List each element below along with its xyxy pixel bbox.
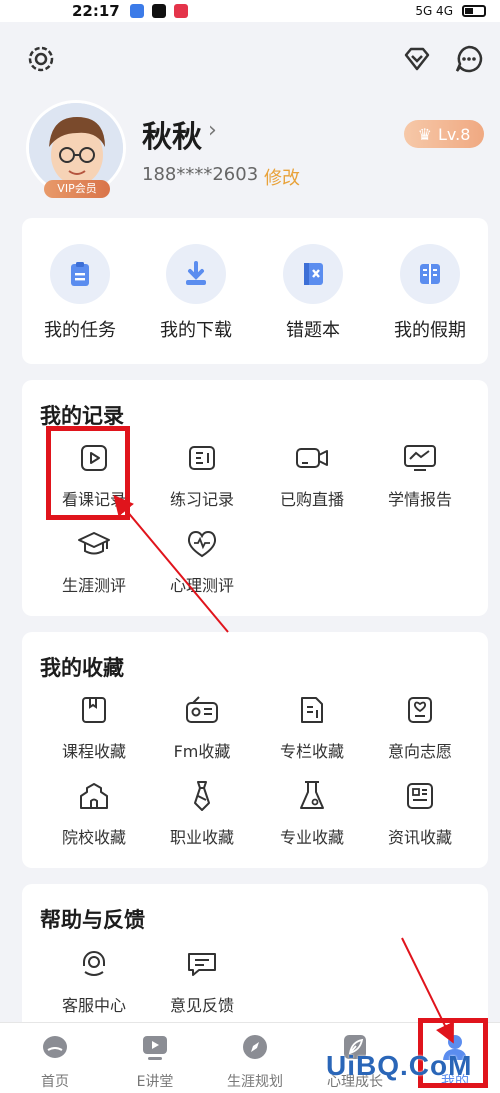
- headset-icon: [74, 946, 114, 982]
- practice-icon: [182, 440, 222, 476]
- favorites-card: 我的收藏 课程收藏 Fm收藏 专栏收藏 意向志愿 院校收藏 职业收藏 专业收藏 …: [22, 632, 488, 868]
- record-item-course-history[interactable]: 看课记录: [36, 440, 152, 510]
- record-label-career-assessment: 生涯测评: [61, 576, 126, 595]
- clipboard-icon: [50, 244, 110, 304]
- status-app-icons: [129, 4, 188, 18]
- help-card: 帮助与反馈 客服中心 意见反馈: [22, 884, 488, 1034]
- heart-pulse-icon: [182, 526, 222, 562]
- tab-home[interactable]: 首页: [5, 1033, 105, 1091]
- settings-gear-icon[interactable]: [24, 42, 58, 76]
- holiday-book-icon: [400, 244, 460, 304]
- play-icon: [74, 440, 114, 476]
- tab-label-career-plan: 生涯规划: [227, 1074, 283, 1090]
- record-item-practice[interactable]: 练习记录: [144, 440, 260, 510]
- vip-badge: VIP会员: [44, 180, 110, 198]
- crown-icon: ♛: [417, 124, 432, 144]
- record-label-practice: 练习记录: [169, 490, 234, 509]
- diamond-icon[interactable]: [400, 42, 434, 76]
- compass-tab-icon: [243, 1035, 267, 1059]
- tab-label-e-lecture: E讲堂: [136, 1074, 174, 1090]
- favorite-item-fm[interactable]: Fm收藏: [144, 692, 260, 762]
- feedback-icon: [182, 946, 222, 982]
- favorite-label-course: 课程收藏: [61, 742, 126, 761]
- records-card: 我的记录 看课记录 练习记录 已购直播 学情报告 生涯测评 心理测评: [22, 380, 488, 616]
- message-icon[interactable]: [452, 42, 486, 76]
- quick-item-tasks[interactable]: 我的任务: [22, 244, 138, 342]
- favorite-item-career[interactable]: 职业收藏: [144, 778, 260, 848]
- favorite-item-course[interactable]: 课程收藏: [36, 692, 152, 762]
- status-time: 22:17: [72, 2, 120, 20]
- favorites-title: 我的收藏: [40, 656, 124, 680]
- record-item-psych-assessment[interactable]: 心理测评: [144, 526, 260, 596]
- heart-card-icon: [400, 692, 440, 728]
- favorite-label-career: 职业收藏: [169, 828, 234, 847]
- favorite-item-intention[interactable]: 意向志愿: [362, 692, 478, 762]
- record-label-learning-report: 学情报告: [387, 490, 452, 509]
- news-icon: [400, 778, 440, 814]
- tab-career-plan[interactable]: 生涯规划: [205, 1033, 305, 1091]
- signal-text: 5G 4G: [415, 4, 453, 18]
- record-label-purchased-live: 已购直播: [279, 490, 344, 509]
- quick-label-wrongbook: 错题本: [286, 320, 340, 341]
- help-label-feedback: 意见反馈: [169, 996, 234, 1015]
- favorite-label-major: 专业收藏: [279, 828, 344, 847]
- favorite-item-news[interactable]: 资讯收藏: [362, 778, 478, 848]
- level-label: Lv.8: [437, 124, 471, 144]
- video-tab-icon: [143, 1036, 167, 1060]
- help-label-service: 客服中心: [61, 996, 126, 1015]
- profile-header: VIP会员 秋秋 › 188****2603 修改 ♛ Lv.8: [26, 100, 486, 200]
- download-icon: [166, 244, 226, 304]
- tie-icon: [182, 778, 222, 814]
- quick-item-downloads[interactable]: 我的下载: [138, 244, 254, 342]
- quick-item-wrongbook[interactable]: 错题本: [255, 244, 371, 342]
- help-item-service[interactable]: 客服中心: [36, 946, 152, 1016]
- favorite-label-news: 资讯收藏: [387, 828, 452, 847]
- flask-icon: [292, 778, 332, 814]
- status-bar: 22:17 5G 4G: [0, 0, 500, 22]
- record-item-learning-report[interactable]: 学情报告: [362, 440, 478, 510]
- record-label-course-history: 看课记录: [61, 490, 126, 509]
- school-icon: [74, 778, 114, 814]
- app-notification-icon: [129, 4, 144, 18]
- favorite-label-fm: Fm收藏: [173, 742, 231, 761]
- watermark-text: UiBQ.CoM: [326, 1050, 473, 1081]
- radio-icon: [182, 692, 222, 728]
- quick-item-holiday[interactable]: 我的假期: [372, 244, 488, 342]
- favorite-item-major[interactable]: 专业收藏: [254, 778, 370, 848]
- status-indicators: 5G 4G: [415, 4, 486, 18]
- help-item-feedback[interactable]: 意见反馈: [144, 946, 260, 1016]
- chevron-right-icon[interactable]: ›: [208, 118, 217, 143]
- shop-notification-icon: [173, 4, 188, 18]
- tab-label-home: 首页: [41, 1074, 69, 1090]
- quick-label-tasks: 我的任务: [44, 320, 116, 341]
- edit-phone-link[interactable]: 修改: [264, 164, 300, 190]
- graduation-cap-icon: [74, 526, 114, 562]
- records-title: 我的记录: [40, 404, 124, 428]
- home-tab-icon: [43, 1036, 67, 1058]
- quick-label-holiday: 我的假期: [394, 320, 466, 341]
- record-item-career-assessment[interactable]: 生涯测评: [36, 526, 152, 596]
- taobao-notification-icon: [151, 4, 166, 18]
- phone-number: 188****2603: [142, 164, 259, 185]
- level-badge[interactable]: ♛ Lv.8: [404, 120, 484, 148]
- bookmark-book-icon: [74, 692, 114, 728]
- favorite-item-column[interactable]: 专栏收藏: [254, 692, 370, 762]
- tab-e-lecture[interactable]: E讲堂: [105, 1033, 205, 1091]
- live-camera-icon: [292, 440, 332, 476]
- favorite-label-school: 院校收藏: [61, 828, 126, 847]
- favorite-item-school[interactable]: 院校收藏: [36, 778, 152, 848]
- report-monitor-icon: [400, 440, 440, 476]
- column-doc-icon: [292, 692, 332, 728]
- help-title: 帮助与反馈: [40, 908, 145, 932]
- quick-actions-card: 我的任务 我的下载 错题本 我的假期: [22, 218, 488, 364]
- favorite-label-intention: 意向志愿: [387, 742, 452, 761]
- top-bar: [0, 40, 500, 80]
- record-item-purchased-live[interactable]: 已购直播: [254, 440, 370, 510]
- username[interactable]: 秋秋: [142, 112, 202, 156]
- wrongbook-icon: [283, 244, 343, 304]
- battery-icon: [462, 5, 486, 17]
- quick-label-downloads: 我的下载: [160, 320, 232, 341]
- record-label-psych-assessment: 心理测评: [169, 576, 234, 595]
- favorite-label-column: 专栏收藏: [279, 742, 344, 761]
